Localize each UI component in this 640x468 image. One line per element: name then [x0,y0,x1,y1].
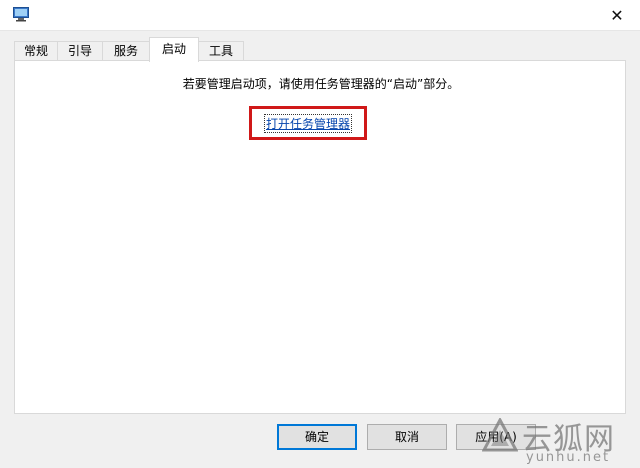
system-configuration-icon [13,7,29,22]
startup-info-text: 若要管理启动项，请使用任务管理器的“启动”部分。 [182,77,460,91]
cancel-button[interactable]: 取消 [367,424,447,450]
tab-general[interactable]: 常规 [14,41,58,61]
title-bar: ✕ [0,0,640,31]
open-task-manager-link[interactable]: 打开任务管理器 [263,113,353,133]
startup-panel: 若要管理启动项，请使用任务管理器的“启动”部分。 打开任务管理器 [14,60,626,414]
tab-startup[interactable]: 启动 [149,37,199,62]
highlight-box: 打开任务管理器 [249,106,367,140]
apply-button[interactable]: 应用(A) [456,424,536,450]
watermark-site: yunhu.net [526,450,611,465]
tab-services[interactable]: 服务 [102,41,150,61]
tab-tools[interactable]: 工具 [198,41,244,61]
close-icon: ✕ [610,5,624,25]
ok-button[interactable]: 确定 [277,424,357,450]
tab-boot[interactable]: 引导 [57,41,103,61]
close-button[interactable]: ✕ [594,0,640,30]
